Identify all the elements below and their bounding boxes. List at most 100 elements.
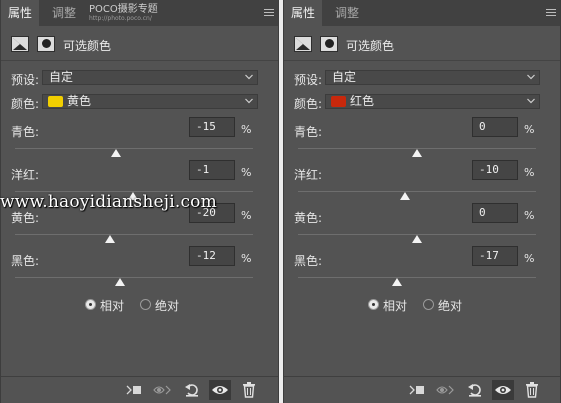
radio-absolute-label: 绝对 [438,299,463,313]
percent-unit: % [241,166,252,179]
radio-absolute[interactable] [423,299,434,310]
slider-value-field[interactable]: -1 [189,160,235,180]
watermark-brand: POCO摄影专题 [89,4,158,15]
slider-black: 黑色: -17 % [284,246,560,294]
slider-value-field[interactable]: 0 [472,117,518,137]
preset-value: 自定 [332,70,357,84]
preset-value: 自定 [49,70,74,84]
preset-label: 预设: [294,73,323,87]
reset-icon[interactable] [464,380,486,400]
preset-label: 预设: [11,73,40,87]
slider-black: 黑色: -12 % [1,246,278,294]
panel-menu-icon[interactable] [546,9,556,17]
slider-track[interactable] [298,277,536,278]
clip-to-layer-icon[interactable] [406,380,428,400]
clip-to-layer-icon[interactable] [123,380,145,400]
panel-title: 可选颜色 [63,39,112,53]
chevron-down-icon [245,98,253,104]
panel-tabbar: 属性 调整 POCO摄影专题 http://photo.poco.cn/ [1,0,278,26]
color-label: 颜色: [11,97,40,111]
chevron-down-icon [245,74,253,80]
slider-value-field[interactable]: 0 [472,203,518,223]
panel-footer [1,376,278,403]
slider-handle[interactable] [114,278,125,286]
color-label: 颜色: [294,97,323,111]
slider-label: 黄色: [294,211,323,225]
slider-label: 青色: [294,125,323,139]
slider-track[interactable] [298,191,536,192]
trash-icon[interactable] [238,380,260,400]
preset-select[interactable]: 自定 [325,70,540,85]
slider-value-field[interactable]: -12 [189,246,235,266]
properties-panel-right: 属性 调整 可选颜色 预设: 自定 颜色: 红色 青色: 0 % 洋红: -10… [283,0,561,403]
percent-unit: % [241,252,252,265]
slider-label: 黑色: [294,254,323,268]
panel-tabbar: 属性 调整 [284,0,560,26]
radio-relative[interactable] [85,299,96,310]
method-radio-group: 相对 绝对 [284,297,560,313]
slider-track[interactable] [15,148,253,149]
watermark-url: http://photo.poco.cn/ [89,15,152,22]
color-value: 红色 [350,94,375,108]
preset-select[interactable]: 自定 [42,70,258,85]
poco-watermark: POCO摄影专题 http://photo.poco.cn/ [89,5,158,23]
overlay-watermark: www.haoyidiansheji.com [0,192,217,212]
slider-handle[interactable] [105,235,116,243]
slider-handle[interactable] [400,192,411,200]
selective-color-icon [294,36,312,52]
slider-track[interactable] [15,234,253,235]
slider-handle[interactable] [412,235,422,243]
percent-unit: % [241,123,252,136]
panel-menu-icon[interactable] [264,9,274,17]
slider-label: 洋红: [11,168,40,182]
eye-icon[interactable] [492,380,514,400]
slider-handle[interactable] [111,149,122,157]
slider-label: 青色: [11,125,40,139]
color-select[interactable]: 红色 [325,94,540,109]
slider-label: 洋红: [294,168,323,182]
method-radio-group: 相对 绝对 [1,297,278,313]
color-value: 黄色 [67,94,92,108]
panel-title: 可选颜色 [346,39,395,53]
chevron-down-icon [527,74,535,80]
panel-footer [284,376,560,403]
tab-adjustments[interactable]: 调整 [328,0,366,26]
slider-label: 黑色: [11,254,40,268]
selective-color-icon [11,36,29,52]
slider-value-field[interactable]: -17 [472,246,518,266]
percent-unit: % [524,252,535,265]
color-swatch [331,96,346,107]
radio-absolute-label: 绝对 [155,299,180,313]
reset-icon[interactable] [181,380,203,400]
panel-header: 可选颜色 [284,30,560,61]
layer-mask-icon[interactable] [37,36,55,52]
radio-relative-label: 相对 [383,299,408,313]
percent-unit: % [524,166,535,179]
tab-properties[interactable]: 属性 [1,0,40,26]
radio-absolute[interactable] [140,299,151,310]
slider-value-field[interactable]: -10 [472,160,518,180]
trash-icon[interactable] [521,380,543,400]
slider-value-field[interactable]: -15 [189,117,235,137]
slider-cyan: 青色: -15 % [1,117,278,165]
visibility-toggle-icon[interactable] [435,380,457,400]
radio-relative-label: 相对 [100,299,125,313]
color-select[interactable]: 黄色 [42,94,258,109]
radio-relative[interactable] [368,299,379,310]
slider-handle[interactable] [391,278,402,286]
layer-mask-icon[interactable] [320,36,338,52]
slider-yellow: 黄色: -20 % [1,203,278,251]
slider-cyan: 青色: 0 % [284,117,560,165]
slider-magenta: 洋红: -10 % [284,160,560,208]
slider-track[interactable] [15,277,253,278]
tab-properties[interactable]: 属性 [284,0,323,26]
visibility-toggle-icon[interactable] [152,380,174,400]
color-swatch [48,96,63,107]
panel-header: 可选颜色 [1,30,278,61]
percent-unit: % [524,209,535,222]
eye-icon[interactable] [209,380,231,400]
slider-handle[interactable] [412,149,422,157]
tab-adjustments[interactable]: 调整 [45,0,83,26]
slider-yellow: 黄色: 0 % [284,203,560,251]
chevron-down-icon [527,98,535,104]
